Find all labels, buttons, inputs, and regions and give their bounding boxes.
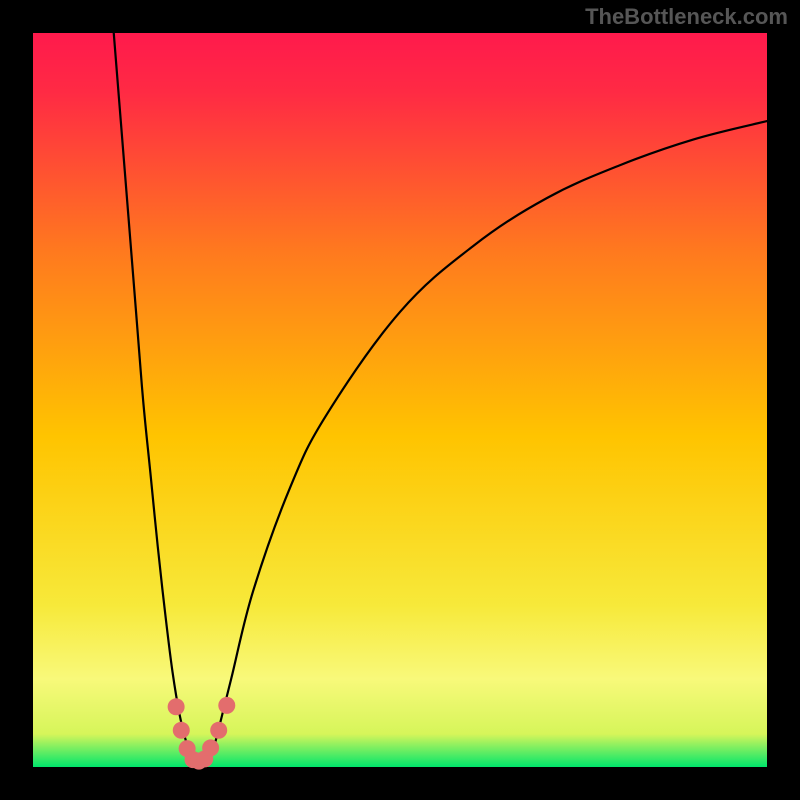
valley-dot <box>168 698 185 715</box>
valley-dot <box>210 722 227 739</box>
chart-frame: TheBottleneck.com <box>0 0 800 800</box>
valley-dot <box>218 697 235 714</box>
valley-dot <box>202 739 219 756</box>
valley-dot <box>173 722 190 739</box>
attribution-text: TheBottleneck.com <box>585 4 788 30</box>
bottleneck-chart <box>0 0 800 800</box>
